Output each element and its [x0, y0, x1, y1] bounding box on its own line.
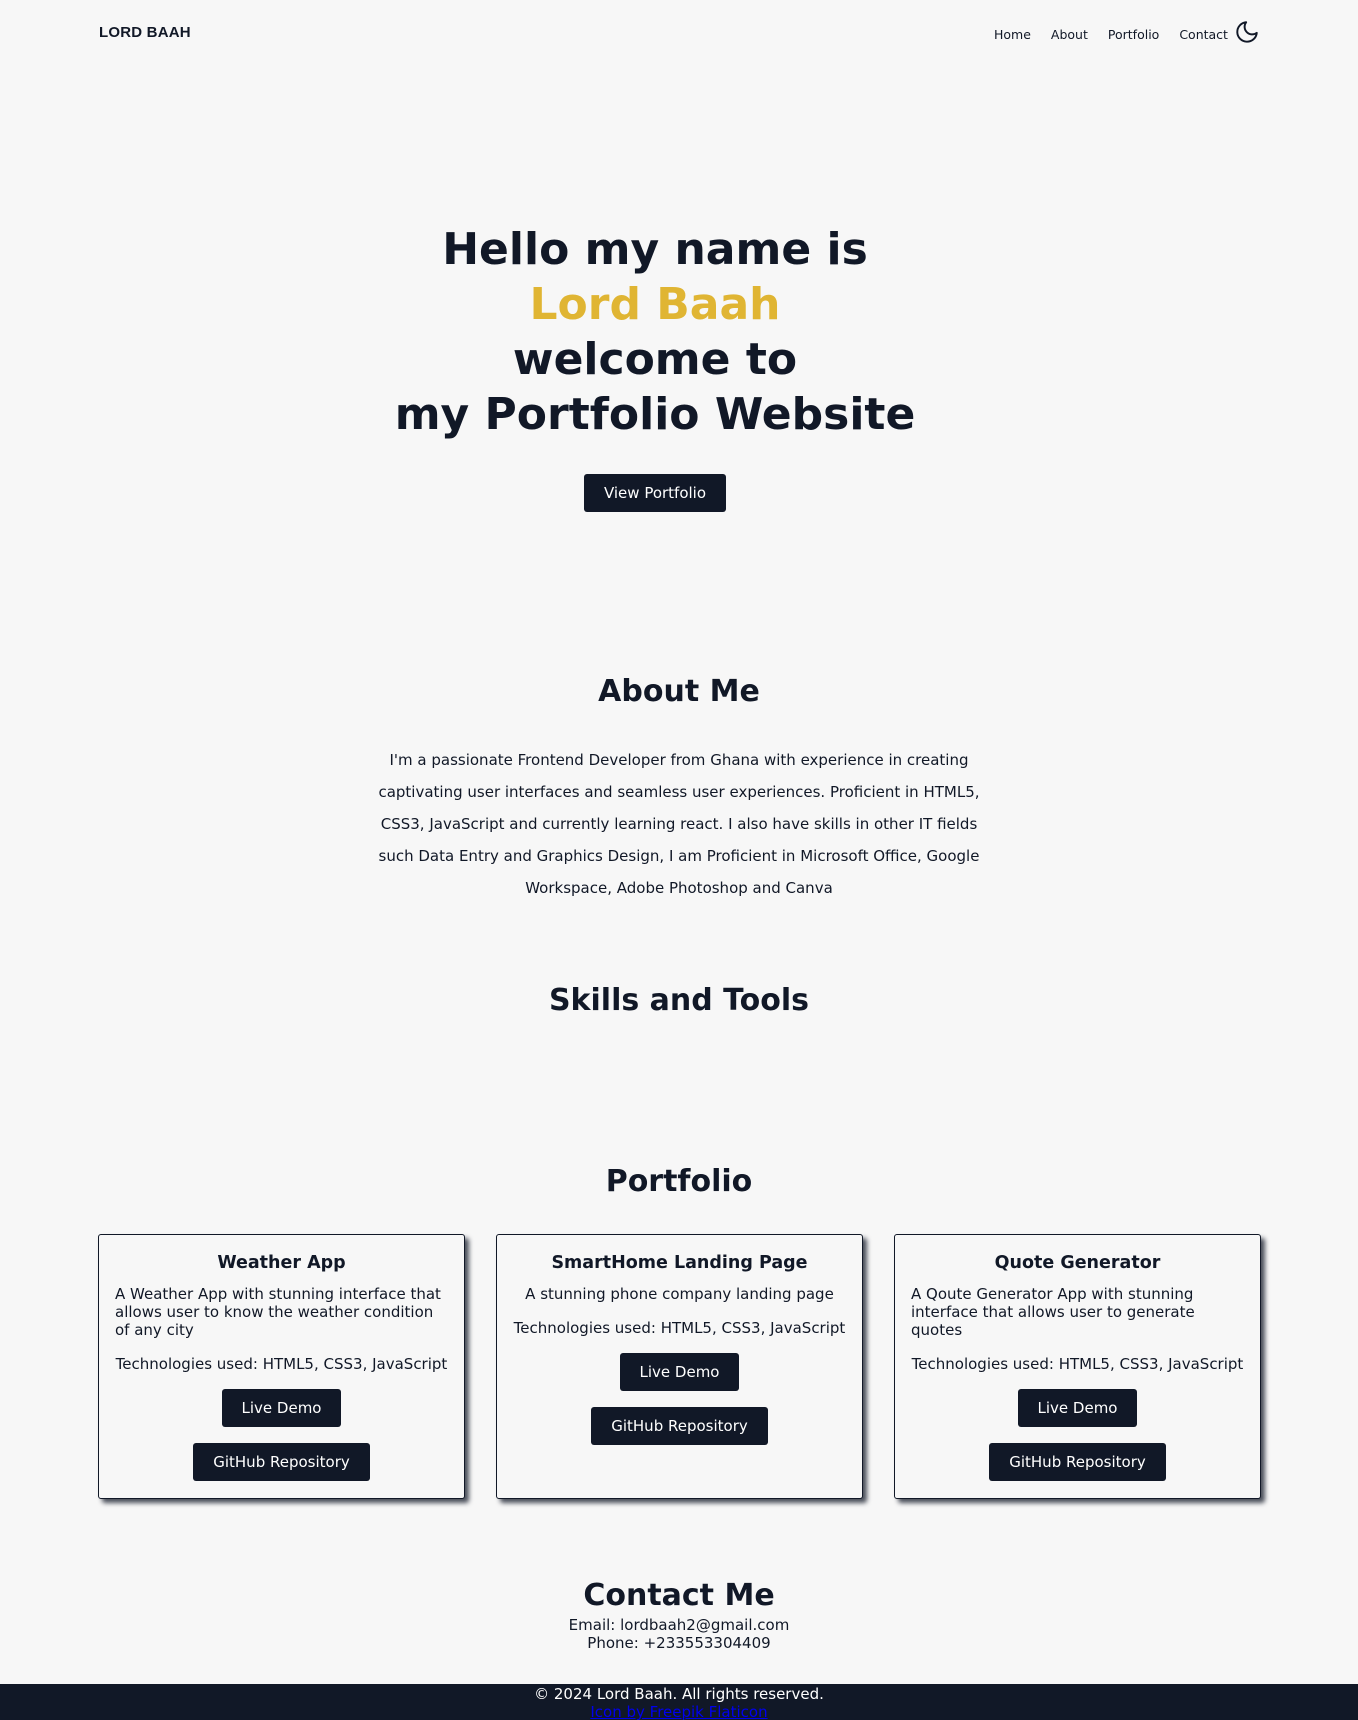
project-card-smarthome: SmartHome Landing Page A stunning phone … — [496, 1234, 863, 1499]
hero-heading: Hello my name is Lord Baah welcome to my… — [0, 222, 1310, 442]
contact-phone: Phone: +233553304409 — [587, 1634, 771, 1652]
project-description: A Qoute Generator App with stunning inte… — [911, 1285, 1195, 1339]
contact-info: Email: lordbaah2@gmail.com Phone: +23355… — [0, 1616, 1358, 1652]
project-description: A stunning phone company landing page — [525, 1285, 834, 1303]
hero-section: Hello my name is Lord Baah welcome to my… — [0, 222, 1310, 512]
about-title: About Me — [598, 674, 760, 709]
contact-email: Email: lordbaah2@gmail.com — [568, 1616, 790, 1634]
nav-home[interactable]: Home — [994, 27, 1031, 42]
project-technologies: Technologies used: HTML5, CSS3, JavaScri… — [513, 1319, 846, 1337]
live-demo-button[interactable]: Live Demo — [221, 1389, 342, 1427]
project-title: Quote Generator — [994, 1253, 1161, 1273]
site-footer: © 2024 Lord Baah. All rights reserved. I… — [0, 1684, 1358, 1720]
project-description: A Weather App with stunning interface th… — [115, 1285, 441, 1339]
github-repository-button[interactable]: GitHub Repository — [193, 1443, 370, 1481]
about-text: I'm a passionate Frontend Developer from… — [378, 751, 980, 897]
portfolio-title: Portfolio — [605, 1164, 753, 1199]
nav-portfolio[interactable]: Portfolio — [1108, 27, 1159, 42]
main-nav: Home About Portfolio Contact — [994, 27, 1228, 42]
github-repository-button[interactable]: GitHub Repository — [591, 1407, 768, 1445]
github-repository-button[interactable]: GitHub Repository — [989, 1443, 1166, 1481]
hero-line-3: welcome to — [512, 334, 798, 385]
project-technologies: Technologies used: HTML5, CSS3, JavaScri… — [911, 1355, 1244, 1373]
nav-about[interactable]: About — [1051, 27, 1088, 42]
nav-contact[interactable]: Contact — [1179, 27, 1228, 42]
project-technologies: Technologies used: HTML5, CSS3, JavaScri… — [115, 1355, 448, 1373]
view-portfolio-button[interactable]: View Portfolio — [583, 474, 727, 512]
project-card-weather-app: Weather App A Weather App with stunning … — [98, 1234, 465, 1499]
hero-line-1: Hello my name is — [442, 224, 868, 275]
live-demo-button[interactable]: Live Demo — [1017, 1389, 1138, 1427]
hero-name: Lord Baah — [529, 279, 781, 330]
site-brand[interactable]: LORD BAAH — [99, 24, 191, 41]
moon-icon[interactable] — [1234, 19, 1260, 45]
project-title: SmartHome Landing Page — [551, 1253, 808, 1273]
contact-title: Contact Me — [583, 1578, 775, 1613]
project-card-quote-generator: Quote Generator A Qoute Generator App wi… — [894, 1234, 1261, 1499]
footer-icon-credit-link[interactable]: Icon by Freepik Flaticon — [0, 1703, 1358, 1720]
footer-copyright: © 2024 Lord Baah. All rights reserved. — [534, 1685, 824, 1703]
live-demo-button[interactable]: Live Demo — [619, 1353, 740, 1391]
hero-line-4: my Portfolio Website — [394, 389, 916, 440]
skills-title: Skills and Tools — [548, 983, 810, 1018]
project-title: Weather App — [217, 1253, 346, 1273]
